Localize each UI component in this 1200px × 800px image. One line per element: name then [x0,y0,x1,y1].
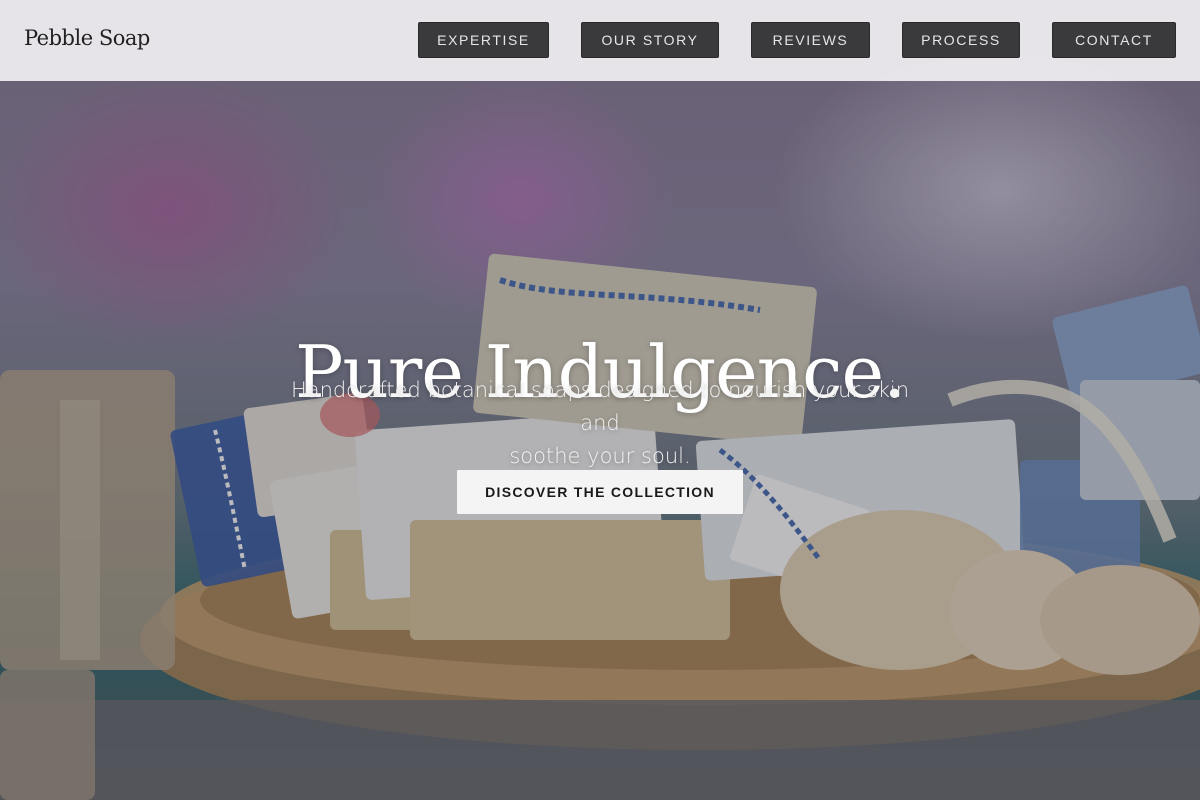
hero-subtitle-line-1: Handcrafted botanical soaps designed to … [290,378,910,435]
hero-subtitle-line-2: soothe your soul. [509,444,691,468]
nav-expertise[interactable]: EXPERTISE [418,22,549,58]
nav-contact[interactable]: CONTACT [1052,22,1176,58]
hero-subtitle: Handcrafted botanical soaps designed to … [270,374,930,473]
site-header: Pebble Soap EXPERTISE OUR STORY REVIEWS … [0,0,1200,81]
discover-collection-button[interactable]: DISCOVER THE COLLECTION [457,470,743,514]
nav-process[interactable]: PROCESS [902,22,1020,58]
nav-our-story[interactable]: OUR STORY [581,22,719,58]
brand-logo[interactable]: Pebble Soap [24,26,150,50]
nav-reviews[interactable]: REVIEWS [751,22,870,58]
